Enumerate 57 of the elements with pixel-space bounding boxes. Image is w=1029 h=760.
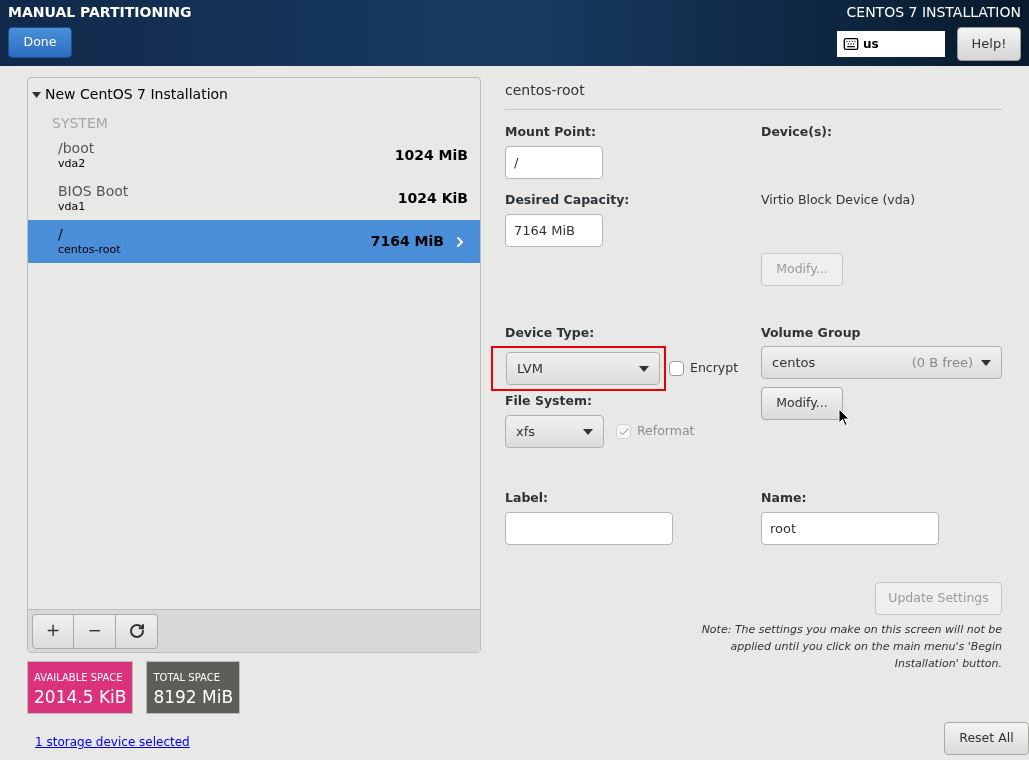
device-text: Virtio Block Device (vda) xyxy=(761,190,917,209)
done-button[interactable]: Done xyxy=(8,27,72,58)
expander-arrow-icon xyxy=(32,91,41,98)
partition-row[interactable]: /boot vda2 1024 MiB xyxy=(28,134,480,177)
modify-volume-group-button[interactable]: Modify... xyxy=(761,387,843,421)
field-label: Device(s): xyxy=(761,123,834,141)
remove-button[interactable]: − xyxy=(74,613,116,649)
field-label: Volume Group xyxy=(761,323,862,342)
space-label: TOTAL SPACE xyxy=(153,671,222,685)
tree-header[interactable]: New CentOS 7 Installation xyxy=(28,78,480,105)
note-text: Note: The settings you make on this screen will not be applied until you click on the main menu's 'Begin Installation' button. xyxy=(700,621,1002,672)
dropdown-arrow-icon xyxy=(981,359,991,366)
device-name-text: centos-root xyxy=(58,243,121,258)
device-name-text: vda1 xyxy=(58,200,87,215)
size-text: 1024 KiB xyxy=(397,189,468,208)
field-label: Name: xyxy=(761,489,808,507)
space-value: 8192 MiB xyxy=(153,686,234,709)
help-button[interactable]: Help! xyxy=(957,27,1021,61)
field-label: Desired Capacity: xyxy=(505,190,631,209)
reset-all-button[interactable]: Reset All xyxy=(944,722,1029,755)
mount-point-text: / xyxy=(58,225,64,244)
partition-row[interactable]: / centos-root 7164 MiB xyxy=(28,220,480,263)
mount-point-field[interactable]: / xyxy=(505,145,603,179)
device-name-text: vda2 xyxy=(58,157,87,172)
volume-group-dropdown[interactable]: centos (0 B free) xyxy=(761,346,1002,380)
partition-row[interactable]: BIOS Boot vda1 1024 KiB xyxy=(28,177,480,220)
checkbox-label: Encrypt xyxy=(690,359,739,378)
dropdown-arrow-icon xyxy=(639,365,649,372)
dropdown-arrow-icon xyxy=(583,428,593,435)
capacity-field[interactable]: 7164 MiB xyxy=(505,213,603,247)
field-label: Label: xyxy=(505,489,550,507)
size-text: 1024 MiB xyxy=(394,146,468,165)
keyboard-layout-field[interactable]: us xyxy=(837,31,945,57)
label-field[interactable] xyxy=(505,511,673,545)
section-title: centos-root xyxy=(505,80,1002,110)
page-title: MANUAL PARTITIONING xyxy=(8,3,192,22)
field-label: Device Type: xyxy=(505,323,596,342)
device-type-dropdown[interactable]: LVM xyxy=(506,352,660,386)
space-label: AVAILABLE SPACE xyxy=(34,671,124,685)
file-system-dropdown[interactable]: xfs xyxy=(505,415,604,448)
checkbox[interactable] xyxy=(669,361,684,377)
refresh-icon xyxy=(128,623,145,639)
field-label: File System: xyxy=(505,392,593,411)
space-value: 2014.5 KiB xyxy=(34,686,127,709)
checkbox-label: Reformat xyxy=(637,422,695,441)
field-label: Mount Point: xyxy=(505,123,598,141)
add-button[interactable]: + xyxy=(32,613,74,649)
group-label: SYSTEM xyxy=(51,114,109,133)
mouse-pointer-icon xyxy=(838,408,850,427)
keyboard-icon xyxy=(843,36,859,52)
mount-point-text: /boot xyxy=(58,139,95,158)
size-text: 7164 MiB xyxy=(370,232,444,251)
product-title: CENTOS 7 INSTALLATION xyxy=(846,3,1021,22)
storage-device-link[interactable]: 1 storage device selected xyxy=(35,733,481,751)
name-field[interactable]: root xyxy=(761,511,939,545)
mount-point-text: BIOS Boot xyxy=(58,182,129,201)
refresh-button[interactable] xyxy=(116,613,158,649)
